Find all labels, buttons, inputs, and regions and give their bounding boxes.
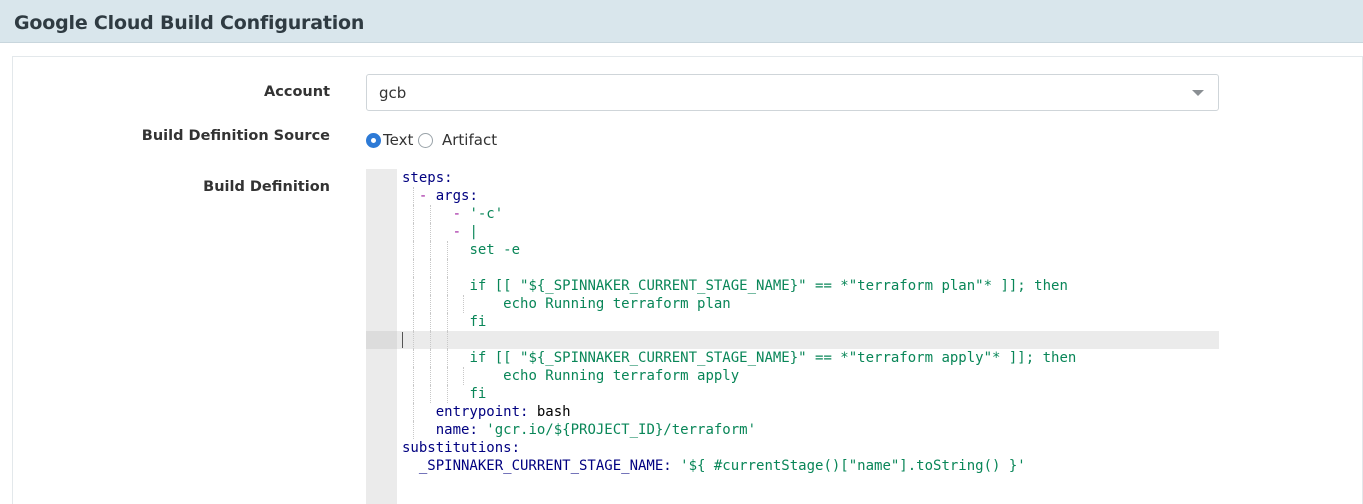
code-line-text: if [[ "${_SPINNAKER_CURRENT_STAGE_NAME}"… [469,350,1077,366]
radio-option-text[interactable]: Text [366,130,413,150]
code-line: steps: [402,169,1212,187]
code-line: entrypoint: bash [402,403,1212,421]
indent-guide [429,223,431,241]
code-line: echo Running terraform plan [402,295,1212,313]
indent-guide [446,367,448,385]
indent-guide [429,295,431,313]
build-definition-editor[interactable]: steps: - args: - '-c' - | set -e if [[ "… [366,169,1219,504]
indent-guide [412,277,414,295]
indent-guide [446,241,448,259]
build-definition-source-label: Build Definition Source [141,128,330,144]
radio-label-artifact: Artifact [442,131,498,149]
indent-guide [412,421,414,439]
indent-guide [429,313,431,331]
code-line: fi [402,385,1212,403]
code-line-text: fi [469,386,487,402]
indent-guide [446,295,448,313]
indent-guide [446,349,448,367]
indent-guide [429,385,431,403]
indent-guide [412,295,414,313]
radio-checked-icon[interactable] [366,132,381,148]
section-header: Google Cloud Build Configuration [0,0,1363,43]
indent-guide [463,295,465,313]
editor-code[interactable]: steps: - args: - '-c' - | set -e if [[ "… [402,169,1212,475]
indent-guide [412,385,414,403]
chevron-down-icon [1192,90,1204,96]
indent-guide [429,349,431,367]
code-line: - | [402,223,1212,241]
code-line: if [[ "${_SPINNAKER_CURRENT_STAGE_NAME}"… [402,349,1212,367]
code-line-text: entrypoint: bash [435,404,571,420]
code-line-text: set -e [469,242,521,258]
indent-guide [412,367,414,385]
indent-guide [429,277,431,295]
indent-guide [412,187,414,205]
indent-guide [429,241,431,259]
radio-unchecked-icon[interactable] [418,132,433,148]
code-line: substitutions: [402,439,1212,457]
indent-guide [412,403,414,421]
code-line-text: _SPINNAKER_CURRENT_STAGE_NAME: '${ #curr… [418,458,1026,474]
text-cursor [402,332,403,348]
code-line-text: steps: [402,170,453,186]
indent-guide [446,313,448,331]
code-line: if [[ "${_SPINNAKER_CURRENT_STAGE_NAME}"… [402,277,1212,295]
account-select-value: gcb [379,84,407,102]
editor-active-gutter [366,331,397,349]
section-title: Google Cloud Build Configuration [14,12,365,34]
indent-guide [412,205,414,223]
indent-guide [429,259,431,277]
indent-guide [463,367,465,385]
code-line [402,259,1212,277]
code-line-text: - '-c' [452,206,504,222]
code-line: - args: [402,187,1212,205]
account-select[interactable]: gcb [366,74,1219,111]
indent-guide [429,367,431,385]
code-line-text: echo Running terraform plan [503,296,731,312]
indent-guide [446,277,448,295]
code-line: fi [402,313,1212,331]
radio-option-artifact[interactable]: Artifact [418,130,497,150]
build-definition-label: Build Definition [203,179,330,195]
code-line: echo Running terraform apply [402,367,1212,385]
code-line-text: fi [469,314,487,330]
indent-guide [446,259,448,277]
indent-guide [429,205,431,223]
code-line: name: 'gcr.io/${PROJECT_ID}/terraform' [402,421,1212,439]
code-line-text: if [[ "${_SPINNAKER_CURRENT_STAGE_NAME}"… [469,278,1068,294]
indent-guide [412,223,414,241]
indent-guide [446,331,448,349]
indent-guide [412,241,414,259]
account-label: Account [264,84,330,100]
code-line-text: substitutions: [402,440,521,456]
indent-guide [412,349,414,367]
indent-guide [429,331,431,349]
radio-label-text: Text [383,131,414,149]
code-line [402,331,1212,349]
code-line: set -e [402,241,1212,259]
code-line: _SPINNAKER_CURRENT_STAGE_NAME: '${ #curr… [402,457,1212,475]
code-line-text: echo Running terraform apply [503,368,740,384]
indent-guide [446,385,448,403]
code-line-text: name: 'gcr.io/${PROJECT_ID}/terraform' [435,422,757,438]
code-line: - '-c' [402,205,1212,223]
indent-guide [412,259,414,277]
indent-guide [412,313,414,331]
indent-guide [412,331,414,349]
